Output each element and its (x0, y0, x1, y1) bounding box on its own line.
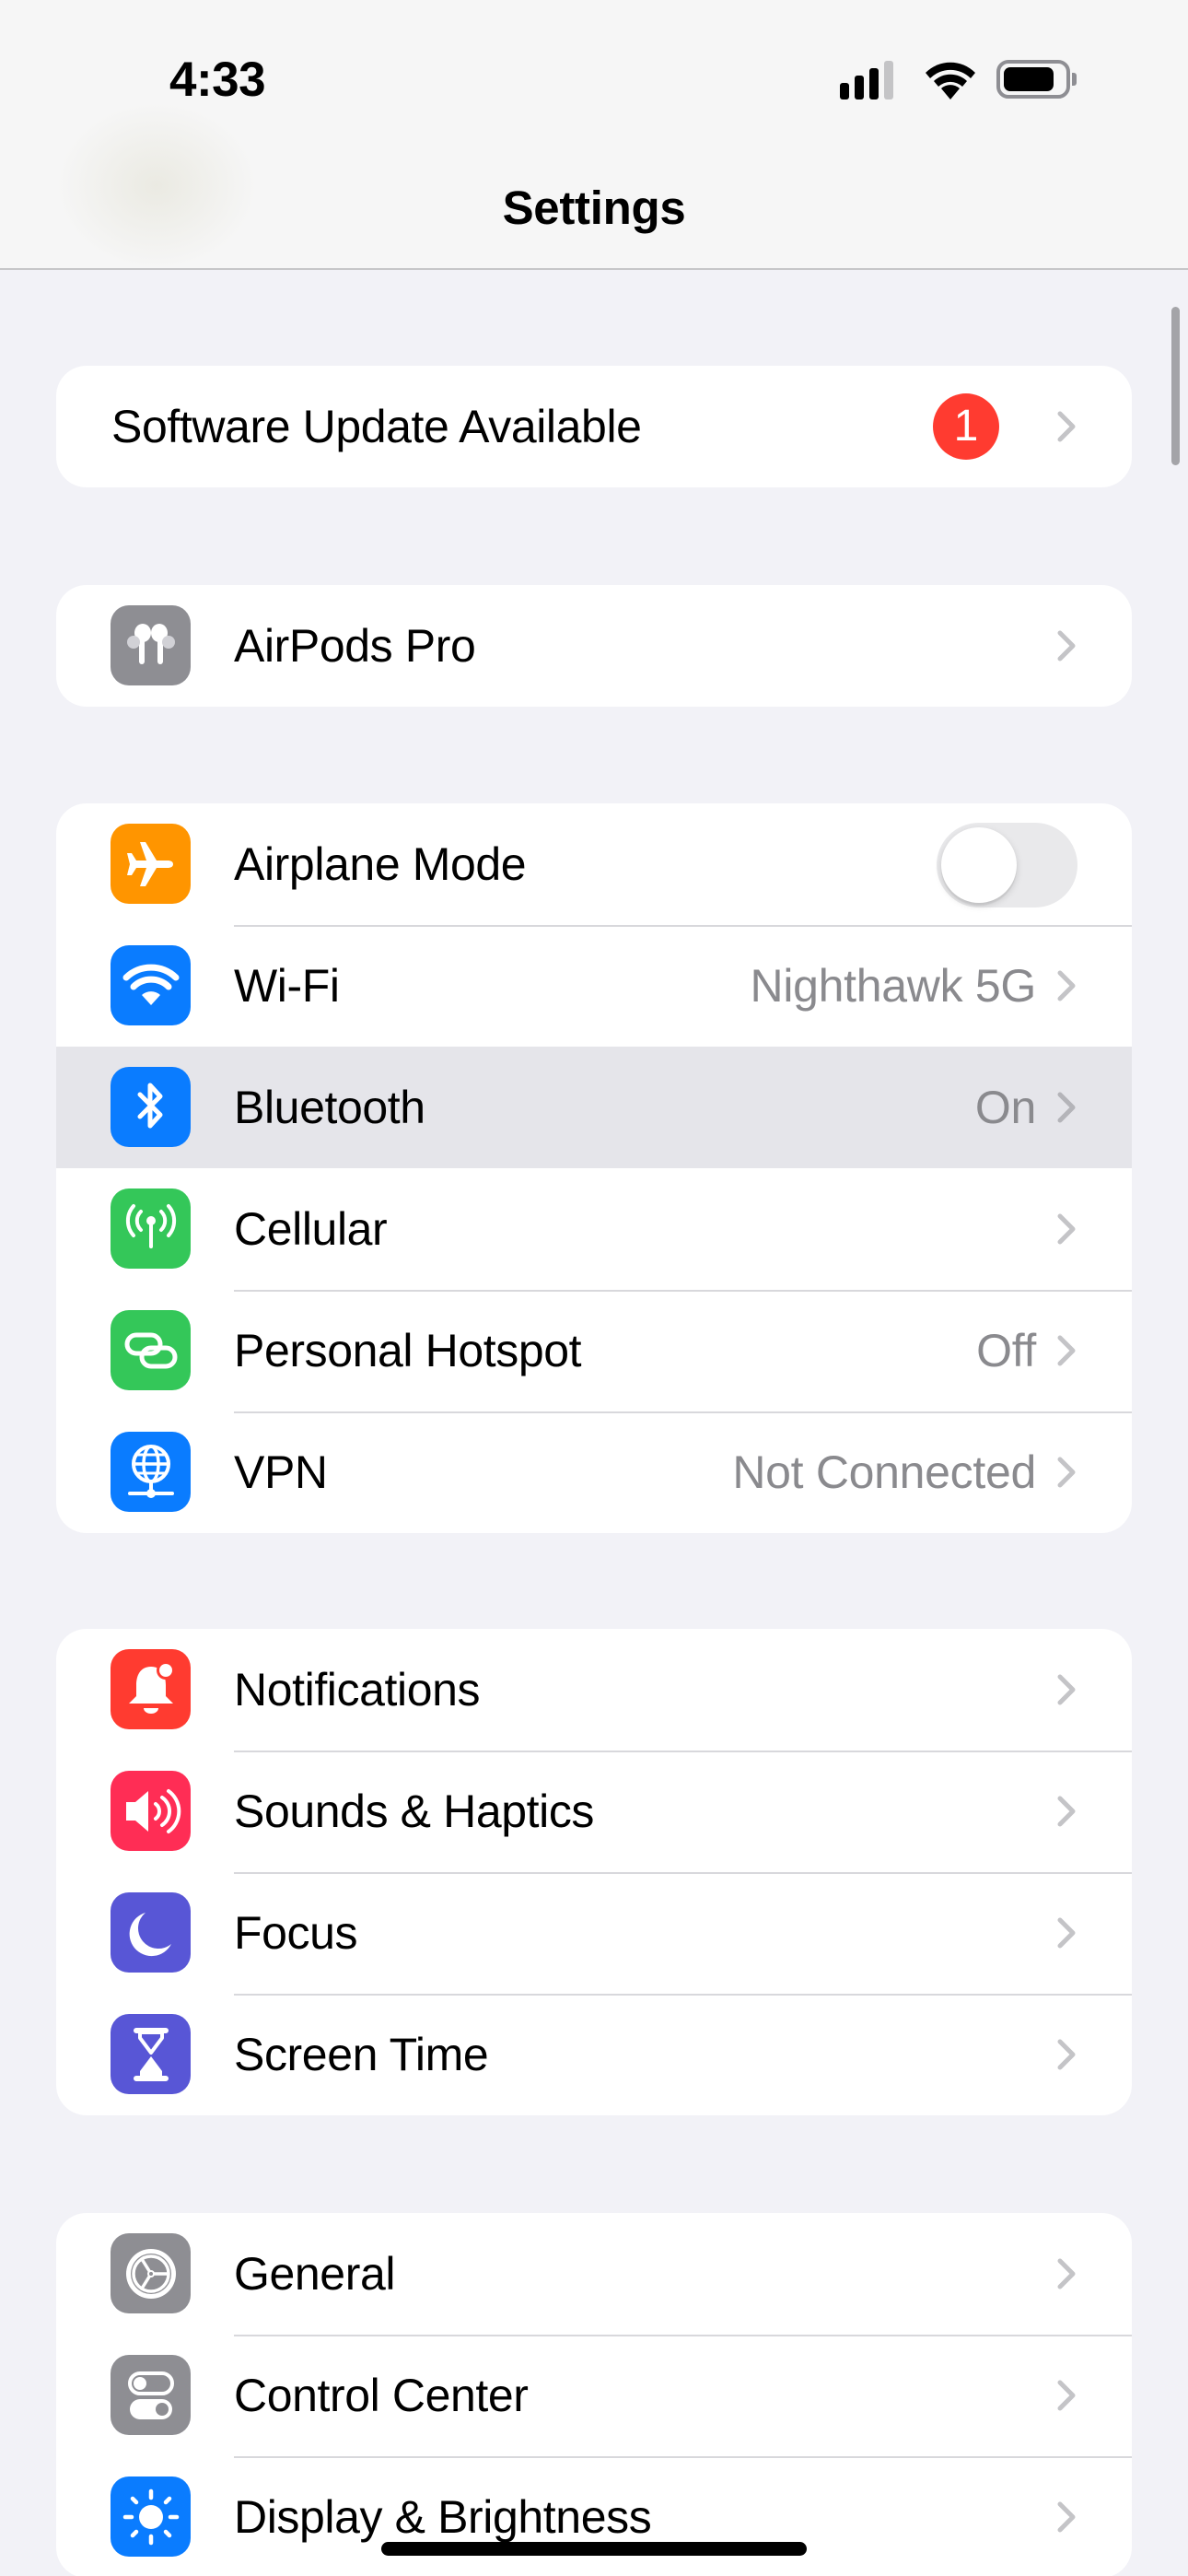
row-label: Display & Brightness (234, 2491, 652, 2543)
settings-section: Airplane Mode Wi-Fi Nighthawk 5G Bluetooth O… (56, 803, 1132, 1533)
chevron-right-icon (1056, 1916, 1077, 1950)
wifi-icon (111, 945, 191, 1025)
chevron-right-icon (1056, 1334, 1077, 1367)
cellular-antenna-icon (111, 1188, 191, 1269)
row-label: Focus (234, 1907, 358, 1959)
row-label: Personal Hotspot (234, 1325, 582, 1376)
chevron-right-icon (1056, 1673, 1077, 1706)
row-label: Wi-Fi (234, 960, 340, 1012)
settings-row-control-center[interactable]: Control Center (56, 2335, 1132, 2456)
settings-section: Software Update Available 1 (56, 366, 1132, 487)
airplane-mode-toggle[interactable] (937, 823, 1077, 907)
signal-bar (869, 68, 879, 100)
chevron-right-icon (1056, 1456, 1077, 1489)
status-time: 4:33 (169, 53, 266, 107)
settings-row-personal-hotspot[interactable]: Personal Hotspot Off (56, 1290, 1132, 1411)
toggle-knob (941, 827, 1017, 903)
chevron-right-icon (1056, 629, 1077, 662)
settings-row-general[interactable]: General (56, 2213, 1132, 2335)
row-label: Airplane Mode (234, 838, 527, 890)
airpods-icon (111, 605, 191, 685)
row-label: Control Center (234, 2370, 529, 2421)
settings-row-software-update-available[interactable]: Software Update Available 1 (56, 366, 1132, 487)
scrollbar[interactable] (1171, 307, 1180, 465)
chevron-right-icon (1056, 1795, 1077, 1828)
settings-row-screen-time[interactable]: Screen Time (56, 1994, 1132, 2115)
moon-icon (111, 1892, 191, 1973)
hourglass-icon (111, 2014, 191, 2094)
row-label: AirPods Pro (234, 620, 476, 672)
chevron-right-icon (1056, 2500, 1077, 2534)
row-value: Off (976, 1325, 1036, 1376)
signal-bar (840, 83, 849, 100)
settings-row-sounds-and-haptics[interactable]: Sounds & Haptics (56, 1751, 1132, 1872)
chevron-right-icon (1056, 969, 1077, 1002)
settings-row-bluetooth[interactable]: Bluetooth On (56, 1047, 1132, 1168)
settings-row-vpn[interactable]: VPN Not Connected (56, 1411, 1132, 1533)
battery-icon (996, 60, 1077, 99)
row-value: On (974, 1082, 1036, 1133)
row-value: Nighthawk 5G (750, 960, 1037, 1012)
chevron-right-icon (1056, 2038, 1077, 2071)
settings-row-notifications[interactable]: Notifications (56, 1629, 1132, 1751)
cellular-signal-icon (840, 59, 904, 101)
bell-icon (111, 1649, 191, 1729)
settings-section: General Control Center Display & Brightnes… (56, 2213, 1132, 2576)
airplane-icon (111, 824, 191, 904)
settings-row-airpods-pro[interactable]: AirPods Pro (56, 585, 1132, 707)
settings-section: Notifications Sounds & Haptics Focus Screen… (56, 1629, 1132, 2115)
chevron-right-icon (1056, 1091, 1077, 1124)
row-label: General (234, 2248, 396, 2300)
signal-bar (855, 76, 864, 100)
chevron-right-icon (1056, 1212, 1077, 1246)
row-separator (234, 1872, 1132, 1874)
bluetooth-icon (111, 1067, 191, 1147)
home-indicator[interactable] (381, 2542, 807, 2556)
row-label: Bluetooth (234, 1082, 425, 1133)
settings-section: AirPods Pro (56, 585, 1132, 707)
settings-row-cellular[interactable]: Cellular (56, 1168, 1132, 1290)
settings-row-focus[interactable]: Focus (56, 1872, 1132, 1994)
notification-badge: 1 (933, 393, 999, 460)
row-label: VPN (234, 1446, 328, 1498)
row-label: Screen Time (234, 2029, 489, 2080)
chevron-right-icon (1056, 410, 1077, 443)
settings-row-wi-fi[interactable]: Wi-Fi Nighthawk 5G (56, 925, 1132, 1047)
row-label: Cellular (234, 1203, 388, 1255)
hotspot-link-icon (111, 1310, 191, 1390)
settings-row-display-and-brightness[interactable]: Display & Brightness (56, 2456, 1132, 2576)
navigation-header: 4:33 Settings (0, 0, 1188, 270)
settings-row-airplane-mode[interactable]: Airplane Mode (56, 803, 1132, 925)
signal-bar (884, 61, 893, 100)
sun-brightness-icon (111, 2476, 191, 2557)
speaker-icon (111, 1771, 191, 1851)
gear-icon (111, 2233, 191, 2313)
row-label: Software Update Available (111, 401, 642, 452)
control-center-switches-icon (111, 2355, 191, 2435)
row-label: Notifications (234, 1664, 481, 1715)
chevron-right-icon (1056, 2379, 1077, 2412)
row-label: Sounds & Haptics (234, 1786, 595, 1837)
page-title: Settings (502, 181, 686, 234)
vpn-globe-icon (111, 1432, 191, 1512)
chevron-right-icon (1056, 2257, 1077, 2290)
row-value: Not Connected (732, 1446, 1036, 1498)
wifi-status-icon (923, 61, 978, 106)
